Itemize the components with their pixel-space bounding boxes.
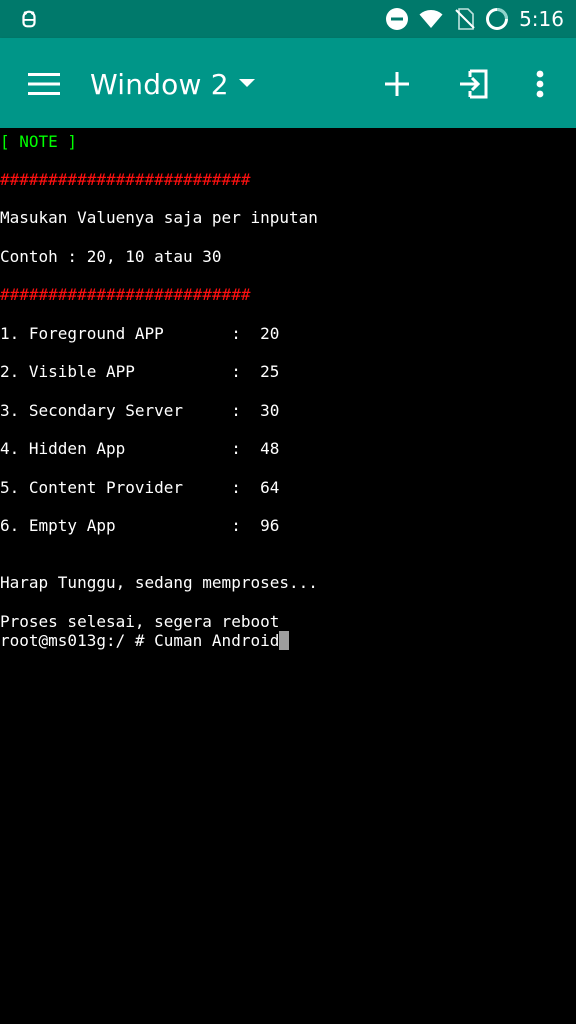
command-line[interactable]: root@ms013g:/ # Cuman Android [0,631,290,651]
option-line: 6. Empty App : 96 [0,516,279,536]
option-label: 1. Foreground APP : [0,324,241,343]
option-line: 4. Hidden App : 48 [0,439,279,459]
instruction-text: Masukan Valuenya saja per inputan [0,208,318,227]
note-header: [ NOTE ] [0,132,78,151]
option-label: 4. Hidden App : [0,439,241,458]
option-value: 20 [260,324,280,343]
divider-top: ########################## [0,170,251,189]
exit-session-button[interactable] [450,60,498,108]
add-icon [385,72,409,96]
menu-button[interactable] [22,64,66,104]
wifi-icon [419,10,443,28]
option-label: 5. Content Provider : [0,478,241,497]
clock: 5:16 [519,7,564,31]
window-title: Window 2 [90,67,229,101]
divider-bottom: ########################## [0,285,251,304]
terminal-view[interactable]: [ NOTE ] ########################## Masu… [0,128,576,1024]
android-debug-icon [22,10,36,28]
battery-icon [486,8,509,30]
option-line: 5. Content Provider : 64 [0,478,279,498]
done-text: Proses selesai, segera reboot [0,612,280,631]
option-value: 64 [260,478,280,497]
option-value: 25 [260,362,280,381]
new-window-button[interactable] [373,60,421,108]
example-text: Contoh : 20, 10 atau 30 [0,247,222,266]
option-value: 48 [260,439,280,458]
shell-prompt: root@ms013g:/ # [0,631,155,650]
do-not-disturb-icon [386,8,409,30]
menu-icon [28,73,60,95]
option-line: 1. Foreground APP : 20 [0,324,279,344]
option-label: 6. Empty App : [0,516,241,535]
more-vert-icon [536,70,544,98]
overflow-menu-button[interactable] [516,60,564,108]
window-selector[interactable]: Window 2 [90,64,255,104]
no-sim-icon [455,8,475,30]
exit-icon [460,69,488,99]
toolbar: Window 2 [0,38,576,128]
status-bar: 5:16 [0,0,576,38]
option-label: 3. Secondary Server : [0,401,241,420]
terminal-cursor [279,631,290,650]
option-line: 2. Visible APP : 25 [0,362,279,382]
waiting-text: Harap Tunggu, sedang memproses... [0,573,318,592]
option-value: 30 [260,401,280,420]
option-value: 96 [260,516,280,535]
option-label: 2. Visible APP : [0,362,241,381]
option-line: 3. Secondary Server : 30 [0,401,279,421]
typed-command: Cuman Android [154,631,280,650]
dropdown-arrow-icon [238,79,255,87]
